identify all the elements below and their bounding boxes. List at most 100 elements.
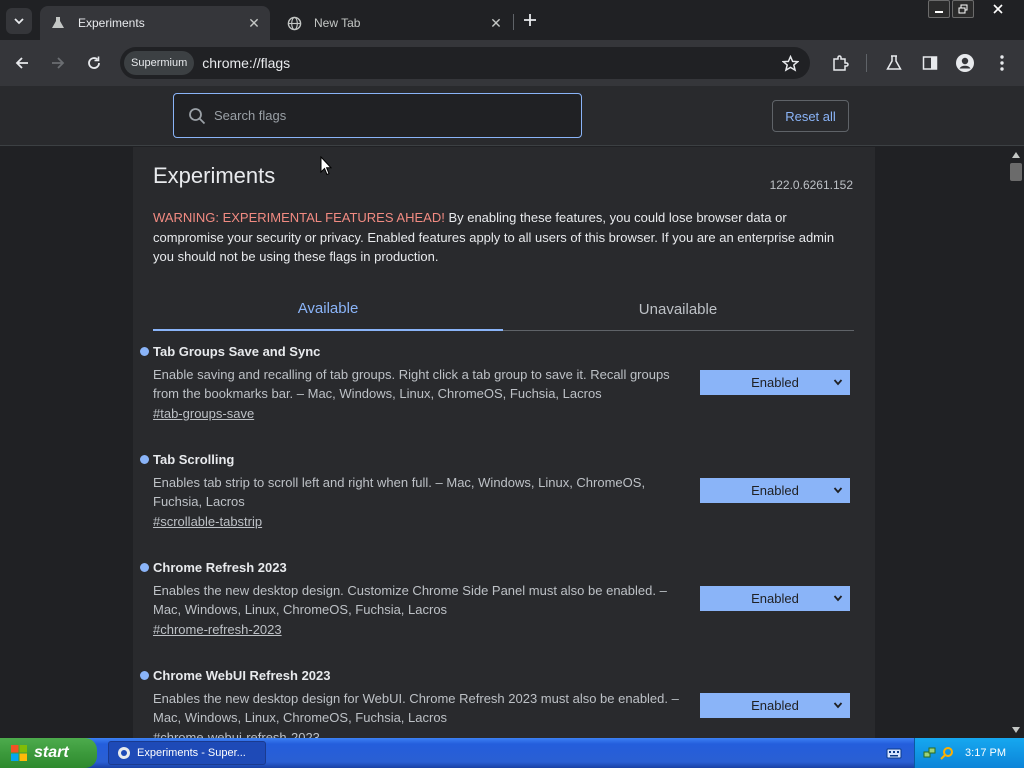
flag-link[interactable]: #scrollable-tabstrip [153,514,853,529]
tab-title: Experiments [78,16,145,30]
search-flags-box[interactable] [173,93,582,138]
search-tray-icon[interactable] [940,746,954,760]
window-controls [928,0,1020,20]
flask-icon [886,55,902,70]
windows-logo-icon [11,745,27,761]
minimize-button[interactable] [928,0,950,18]
scroll-up-arrow-icon[interactable] [1011,150,1021,160]
flag-name: Chrome Refresh 2023 [153,560,287,575]
chevron-down-icon [832,376,844,388]
flag-state-value: Enabled [751,483,799,498]
tab-available[interactable]: Available [153,287,503,331]
reload-button[interactable] [82,51,106,75]
close-tab-icon[interactable]: ✕ [244,13,264,33]
flag-description: Enable saving and recalling of tab group… [153,367,670,401]
flag-status-dot [140,347,149,356]
chevron-down-icon [832,484,844,496]
star-icon [781,54,799,72]
browser-toolbar: Supermium chrome://flags [0,40,1024,86]
flag-state-select[interactable]: Enabled [700,478,850,503]
tab-new-tab[interactable]: New Tab ✕ [276,6,512,40]
taskbar-clock: 3:17 PM [965,747,1006,759]
extensions-button[interactable] [828,51,852,75]
flag-name: Tab Scrolling [153,452,235,467]
taskbar-item-browser[interactable]: Experiments - Super... [108,741,266,765]
flag-link[interactable]: #chrome-webui-refresh-2023 [153,730,853,738]
tab-title: New Tab [314,16,361,30]
arrow-right-icon [52,57,65,69]
warning-text: WARNING: EXPERIMENTAL FEATURES AHEAD! By… [153,208,853,267]
flag-status-dot [140,671,149,680]
flag-link[interactable]: #chrome-refresh-2023 [153,622,853,637]
tab-search-button[interactable] [6,8,32,34]
restore-button[interactable] [952,0,974,18]
flag-state-select[interactable]: Enabled [700,693,850,718]
tab-strip: Experiments ✕ New Tab ✕ [0,0,1024,40]
tab-experiments[interactable]: Experiments ✕ [40,6,270,40]
plus-icon [524,14,536,26]
forward-button[interactable] [46,51,70,75]
reload-icon [88,56,100,69]
system-tray: 3:17 PM [914,738,1024,768]
flask-icon [50,15,66,31]
restore-icon [958,4,968,14]
windows-taskbar: start Experiments - Super... 3:17 PM [0,738,1024,768]
reset-all-button[interactable]: Reset all [772,100,849,132]
flag-item: Tab Groups Save and Sync Enable saving a… [140,344,853,421]
mouse-cursor-icon [320,156,332,176]
version-label: 122.0.6261.152 [769,178,853,192]
scroll-thumb[interactable] [1010,163,1022,181]
flag-state-value: Enabled [751,698,799,713]
tab-unavailable[interactable]: Unavailable [503,287,853,331]
profile-button[interactable] [953,51,977,75]
site-chip[interactable]: Supermium [124,51,195,75]
scroll-down-arrow-icon[interactable] [1011,725,1021,735]
page-background: Experiments 122.0.6261.152 WARNING: EXPE… [0,147,1008,738]
flag-description: Enables tab strip to scroll left and rig… [153,475,646,509]
flag-item: Tab Scrolling Enables tab strip to scrol… [140,452,853,529]
flags-tabs: Available Unavailable [153,287,854,331]
menu-button[interactable] [990,51,1014,75]
flag-item: Chrome Refresh 2023 Enables the new desk… [140,560,853,637]
labs-button[interactable] [882,51,906,75]
search-icon [186,105,208,127]
side-panel-button[interactable] [918,51,942,75]
puzzle-icon [833,55,849,71]
taskbar-item-label: Experiments - Super... [137,747,246,759]
page-title: Experiments [153,163,276,188]
new-tab-button[interactable] [518,8,542,32]
avatar-icon [956,54,974,72]
back-button[interactable] [10,51,34,75]
more-vert-icon [1000,55,1004,71]
flag-name: Chrome WebUI Refresh 2023 [153,668,331,683]
close-window-button[interactable] [976,0,1020,18]
close-tab-icon[interactable]: ✕ [486,13,506,33]
experiments-panel: Experiments 122.0.6261.152 WARNING: EXPE… [133,147,875,738]
start-button[interactable]: start [0,738,97,768]
flags-search-header: Reset all [0,86,1024,146]
minimize-icon [935,11,943,13]
url-text[interactable]: chrome://flags [202,55,290,71]
search-flags-input[interactable] [214,108,554,123]
toolbar-separator [866,54,867,72]
network-icon[interactable] [923,746,937,760]
globe-icon [286,15,302,31]
arrow-left-icon [15,57,28,69]
bookmark-star-button[interactable] [780,53,800,73]
flag-state-value: Enabled [751,375,799,390]
flag-state-select[interactable]: Enabled [700,586,850,611]
address-bar[interactable]: Supermium chrome://flags [120,47,810,79]
page-scrollbar[interactable] [1008,147,1024,738]
flag-description: Enables the new desktop design. Customiz… [153,583,667,617]
start-label: start [34,744,69,761]
flag-link[interactable]: #tab-groups-save [153,406,853,421]
warning-label: WARNING: EXPERIMENTAL FEATURES AHEAD! [153,210,445,225]
browser-app-icon [118,747,130,759]
tab-separator [513,14,514,30]
chevron-down-icon [14,18,24,25]
flag-state-select[interactable]: Enabled [700,370,850,395]
keyboard-icon[interactable] [886,746,902,760]
chevron-down-icon [832,699,844,711]
flag-state-value: Enabled [751,591,799,606]
close-icon [993,4,1003,14]
